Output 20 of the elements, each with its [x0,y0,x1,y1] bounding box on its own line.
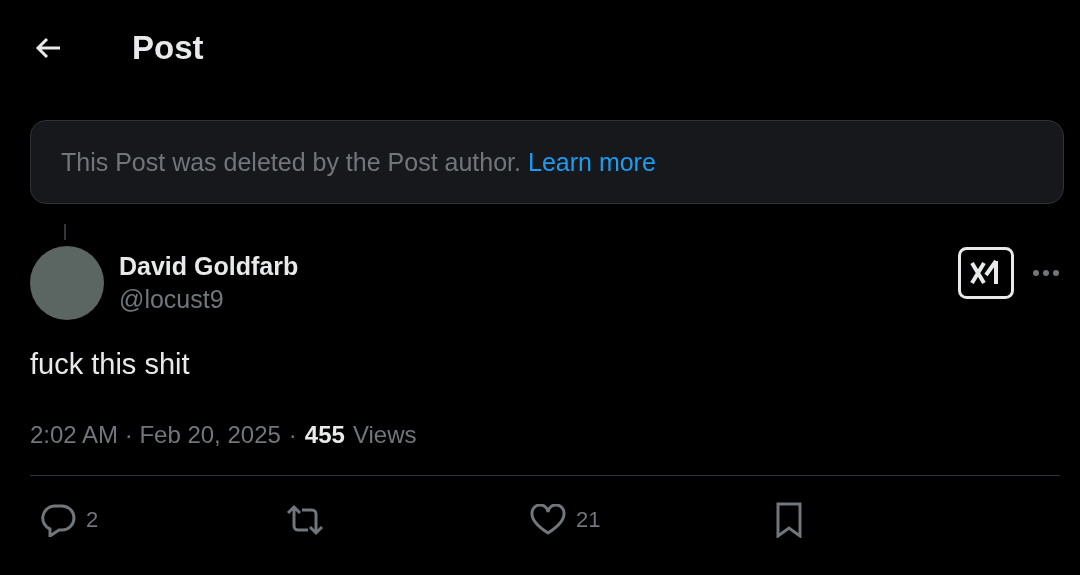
learn-more-link[interactable]: Learn more [528,147,656,177]
notice-text: This Post was deleted by the Post author. [61,147,521,177]
views-label: Views [352,421,417,449]
author-name[interactable]: David Goldfarb [119,252,958,281]
bookmark-icon[interactable] [775,502,803,538]
author-handle[interactable]: @locust9 [119,285,958,314]
more-options-icon[interactable] [1032,269,1060,277]
view-count: 455 [304,421,345,449]
back-arrow-icon[interactable] [34,36,62,60]
heart-icon[interactable] [530,504,566,536]
separator: · [288,421,297,449]
post-text: fuck this shit [30,348,191,381]
thread-line [64,224,66,240]
reply-icon[interactable] [40,503,76,537]
logo-badge-icon[interactable] [958,247,1014,299]
post-timestamp[interactable]: 2:02 AM · Feb 20, 2025 [30,421,281,449]
action-count: 21 [576,507,601,533]
repost-icon[interactable] [285,504,325,536]
page-title: Post [132,29,204,67]
action-count: 2 [86,507,99,533]
